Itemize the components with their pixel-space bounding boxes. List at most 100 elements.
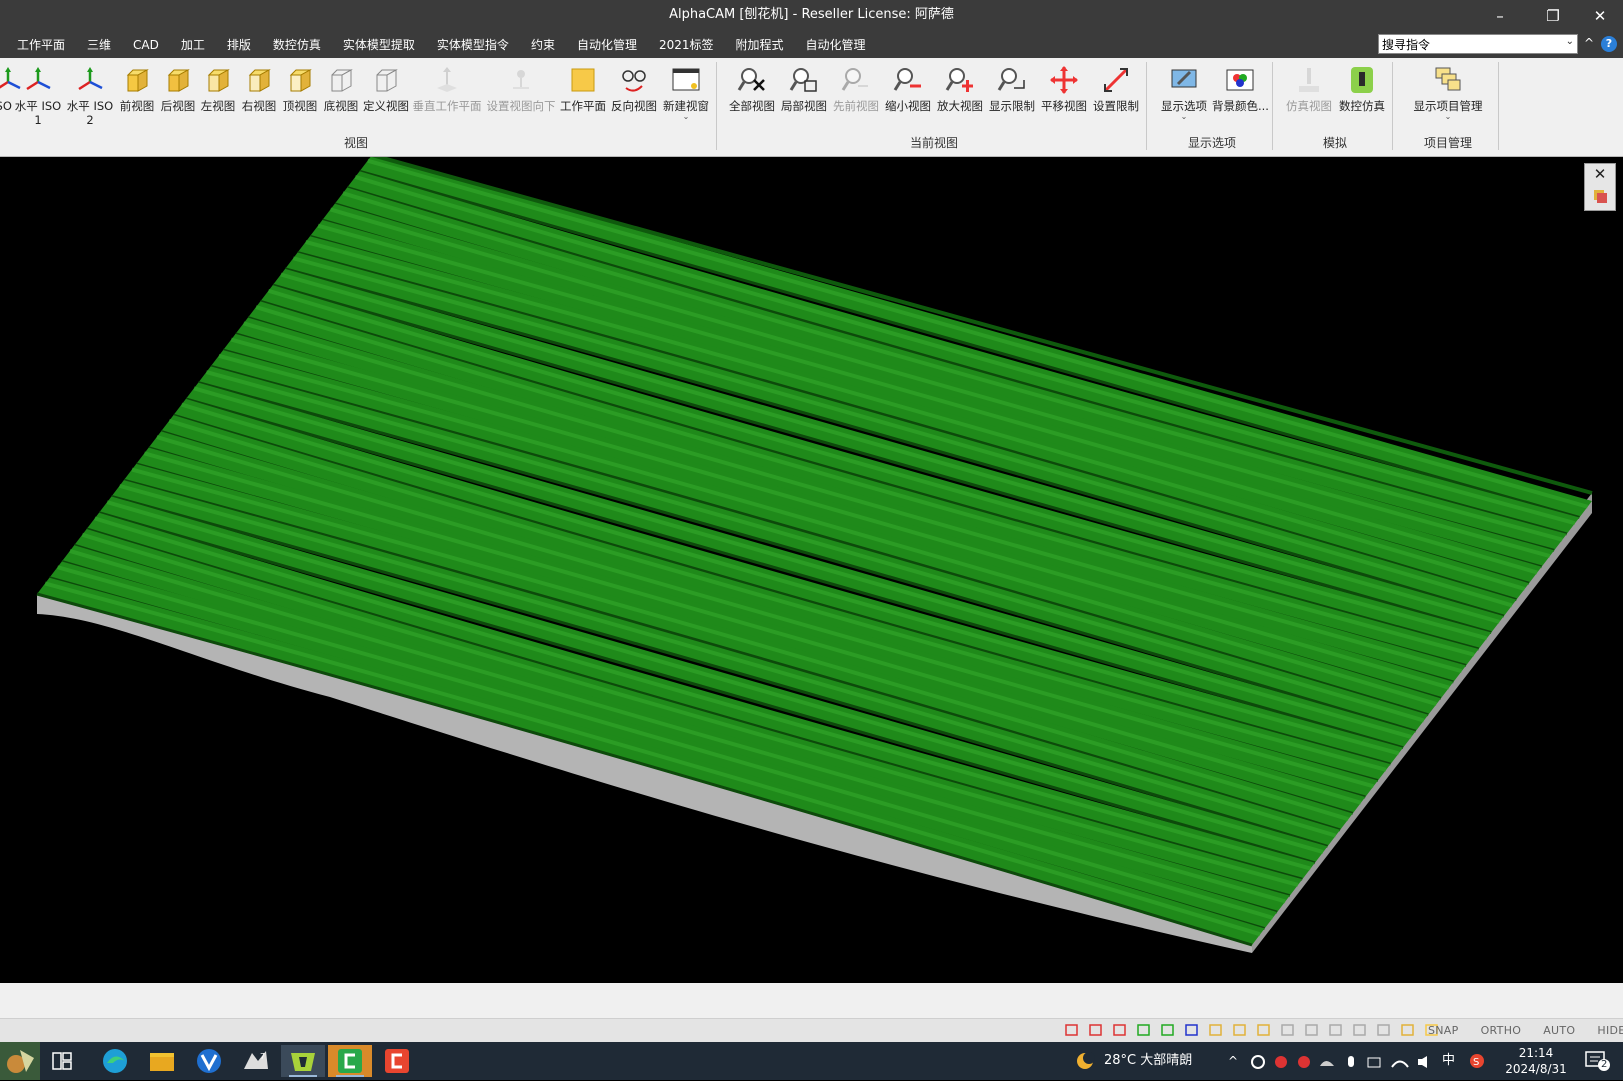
ribbon-button[interactable]: 数控仿真 [1336, 62, 1388, 136]
status-mode-toggle[interactable]: HIDE [1597, 1024, 1623, 1037]
menu-item[interactable]: 数控仿真 [262, 32, 332, 58]
cube-bottom-icon [331, 69, 353, 92]
status-view-icon[interactable] [1112, 1023, 1128, 1037]
status-view-icon[interactable] [1328, 1023, 1344, 1037]
chevron-down-icon[interactable]: ⌄ [1402, 113, 1494, 121]
ribbon-button[interactable]: 显示项目管理 ⌄ [1402, 62, 1494, 136]
ribbon-button[interactable]: 背景颜色... [1212, 62, 1269, 136]
ribbon-button[interactable]: 底视图 [320, 62, 362, 136]
search-input[interactable] [1382, 36, 1552, 52]
sogou-icon[interactable]: S [1469, 1053, 1485, 1069]
edge-browser-icon[interactable] [93, 1045, 137, 1077]
status-mode-toggle[interactable]: AUTO [1543, 1024, 1575, 1037]
rhino-app-icon[interactable]: 7 [234, 1045, 278, 1077]
file-explorer-icon[interactable] [140, 1045, 184, 1077]
alphacam-app-icon[interactable] [281, 1045, 325, 1077]
status-view-icon[interactable] [1064, 1023, 1080, 1037]
svg-text:S: S [1473, 1057, 1479, 1068]
ribbon-button-label: 仿真视图 [1286, 99, 1332, 113]
command-search-box[interactable]: ⌄ [1378, 34, 1578, 54]
status-view-icon[interactable] [1352, 1023, 1368, 1037]
ribbon-button[interactable]: 反向视图 [608, 62, 660, 136]
ribbon-button[interactable]: 仿真视图 [1282, 62, 1336, 136]
collapse-ribbon-icon[interactable]: ^ [1584, 36, 1594, 50]
close-icon[interactable]: ✕ [1577, 0, 1623, 32]
restore-icon[interactable]: ❐ [1530, 0, 1576, 32]
ime-indicator[interactable]: 中 [1442, 1042, 1455, 1080]
notification-center-icon[interactable]: 2 [1584, 1050, 1611, 1072]
ribbon-button[interactable]: 全部视图 [726, 62, 778, 136]
ribbon-button[interactable]: 放大视图 [934, 62, 986, 136]
start-icon[interactable] [0, 1042, 40, 1080]
ribbon-button[interactable]: 显示限制 [986, 62, 1038, 136]
menu-item[interactable]: 2021标签 [648, 32, 725, 58]
status-view-icon[interactable] [1376, 1023, 1392, 1037]
ribbon-button[interactable]: 垂直工作平面 [410, 62, 484, 136]
clock[interactable]: 21:14 2024/8/31 [1488, 1045, 1584, 1077]
menu-item[interactable]: 自动化管理 [566, 32, 648, 58]
ribbon-button[interactable]: 右视图 [238, 62, 280, 136]
ribbon-button[interactable]: 水平 ISO 1 [12, 62, 64, 136]
status-view-icon[interactable] [1256, 1023, 1272, 1037]
ribbon-button[interactable]: 新建视窗 ⌄ [660, 62, 712, 136]
ribbon-button-label: 定义视图 [363, 99, 409, 113]
ribbon-button[interactable]: ISO [0, 62, 21, 136]
ribbon-button[interactable]: 平移视图 [1038, 62, 1090, 136]
ribbon-button[interactable]: 局部视图 [778, 62, 830, 136]
ribbon-button[interactable]: 显示选项 ⌄ [1156, 62, 1212, 136]
chevron-down-icon[interactable]: ⌄ [660, 113, 712, 121]
status-view-icon[interactable] [1136, 1023, 1152, 1037]
help-icon[interactable]: ? [1601, 36, 1617, 52]
status-view-icon[interactable] [1208, 1023, 1224, 1037]
ribbon-button[interactable]: 前视图 [116, 62, 158, 136]
ribbon-button[interactable]: 设置限制 [1090, 62, 1142, 136]
ribbon-group-separator [1392, 62, 1393, 150]
ribbon-button[interactable]: 缩小视图 [882, 62, 934, 136]
menu-item[interactable]: 加工 [170, 32, 216, 58]
ribbon-button[interactable]: 工作平面 [558, 62, 608, 136]
vpn-app-icon[interactable] [187, 1045, 231, 1077]
ribbon-button[interactable]: 后视图 [158, 62, 198, 136]
close-icon[interactable]: ✕ [1585, 165, 1615, 183]
chevron-up-icon[interactable]: ^ [1228, 1042, 1238, 1080]
menu-item[interactable]: 三维 [76, 32, 122, 58]
status-view-icon[interactable] [1160, 1023, 1176, 1037]
ribbon-button-label: 缩小视图 [885, 99, 931, 113]
minimize-icon[interactable]: – [1477, 0, 1523, 32]
weather-text[interactable]: 28°C 大部晴朗 [1104, 1042, 1192, 1080]
ribbon-button[interactable]: 水平 ISO 2 [64, 62, 116, 136]
ribbon-button[interactable]: 定义视图 [362, 62, 410, 136]
ribbon-button[interactable]: 先前视图 [830, 62, 882, 136]
cnc-app-icon[interactable] [328, 1045, 372, 1077]
pin-icon[interactable] [1593, 188, 1607, 204]
chevron-down-icon[interactable]: ⌄ [1566, 36, 1574, 47]
status-mode-toggle[interactable]: SNAP [1428, 1024, 1459, 1037]
ribbon-button[interactable]: 顶视图 [280, 62, 320, 136]
status-view-icon[interactable] [1400, 1023, 1416, 1037]
status-mode-toggle[interactable]: ORTHO [1481, 1024, 1522, 1037]
3d-viewport[interactable]: ✕ [0, 157, 1623, 983]
weather-icon[interactable] [1074, 1051, 1096, 1071]
task-view-icon[interactable] [52, 1052, 72, 1070]
status-view-icon[interactable] [1088, 1023, 1104, 1037]
status-view-icon[interactable] [1184, 1023, 1200, 1037]
ribbon-group-label: 当前视图 [909, 136, 958, 150]
ribbon-button[interactable]: 左视图 [198, 62, 238, 136]
status-view-icon[interactable] [1280, 1023, 1296, 1037]
menu-item[interactable]: 实体模型提取 [332, 32, 426, 58]
menu-item[interactable]: 工作平面 [6, 32, 76, 58]
ribbon-button-label: 设置限制 [1093, 99, 1139, 113]
qq-icon [1298, 1056, 1310, 1068]
menu-item[interactable]: 约束 [520, 32, 566, 58]
cad-app-icon[interactable] [375, 1045, 419, 1077]
menu-item[interactable]: 附加程式 [725, 32, 795, 58]
menu-item[interactable]: CAD [122, 32, 170, 58]
surface-model[interactable] [0, 157, 1623, 983]
chevron-down-icon[interactable]: ⌄ [1156, 113, 1212, 121]
menu-item[interactable]: 实体模型指令 [426, 32, 520, 58]
menu-item[interactable]: 排版 [216, 32, 262, 58]
status-view-icon[interactable] [1232, 1023, 1248, 1037]
status-view-icon[interactable] [1304, 1023, 1320, 1037]
menu-item[interactable]: 自动化管理 [795, 32, 877, 58]
ribbon-button[interactable]: 设置视图向下 [484, 62, 558, 136]
